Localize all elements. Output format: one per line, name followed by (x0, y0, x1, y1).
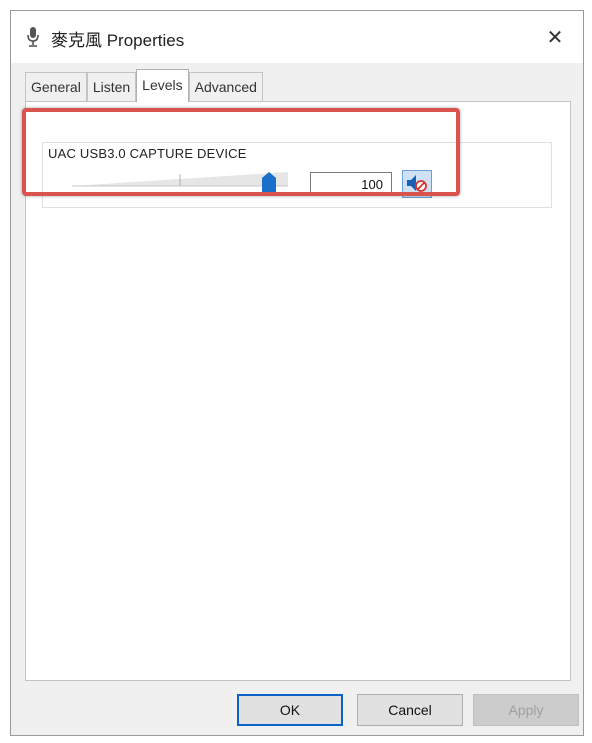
ok-button[interactable]: OK (237, 694, 343, 726)
tab-advanced[interactable]: Advanced (188, 72, 263, 101)
tab-listen[interactable]: Listen (86, 72, 137, 101)
tab-general[interactable]: General (25, 72, 87, 101)
device-name-label: UAC USB3.0 CAPTURE DEVICE (46, 146, 249, 161)
microphone-icon (25, 26, 41, 48)
apply-button[interactable]: Apply (473, 694, 579, 726)
levels-panel: UAC USB3.0 CAPTURE DEVICE (25, 101, 571, 681)
close-icon: ✕ (546, 26, 564, 49)
mute-toggle-button[interactable] (402, 170, 432, 198)
level-value-input[interactable] (310, 172, 392, 196)
cancel-button[interactable]: Cancel (357, 694, 463, 726)
tab-strip: General Listen Levels Advanced (25, 69, 263, 102)
title-bar: 麥克風 Properties ✕ (11, 11, 583, 63)
slider-track (72, 172, 288, 187)
level-slider[interactable] (72, 170, 302, 192)
tab-levels[interactable]: Levels (136, 69, 189, 102)
properties-dialog: 麥克風 Properties ✕ General Listen Levels A… (10, 10, 584, 736)
close-button[interactable]: ✕ (535, 19, 575, 55)
speaker-muted-icon (406, 173, 428, 196)
window-title: 麥克風 Properties (51, 31, 185, 50)
slider-thumb[interactable] (262, 172, 276, 194)
